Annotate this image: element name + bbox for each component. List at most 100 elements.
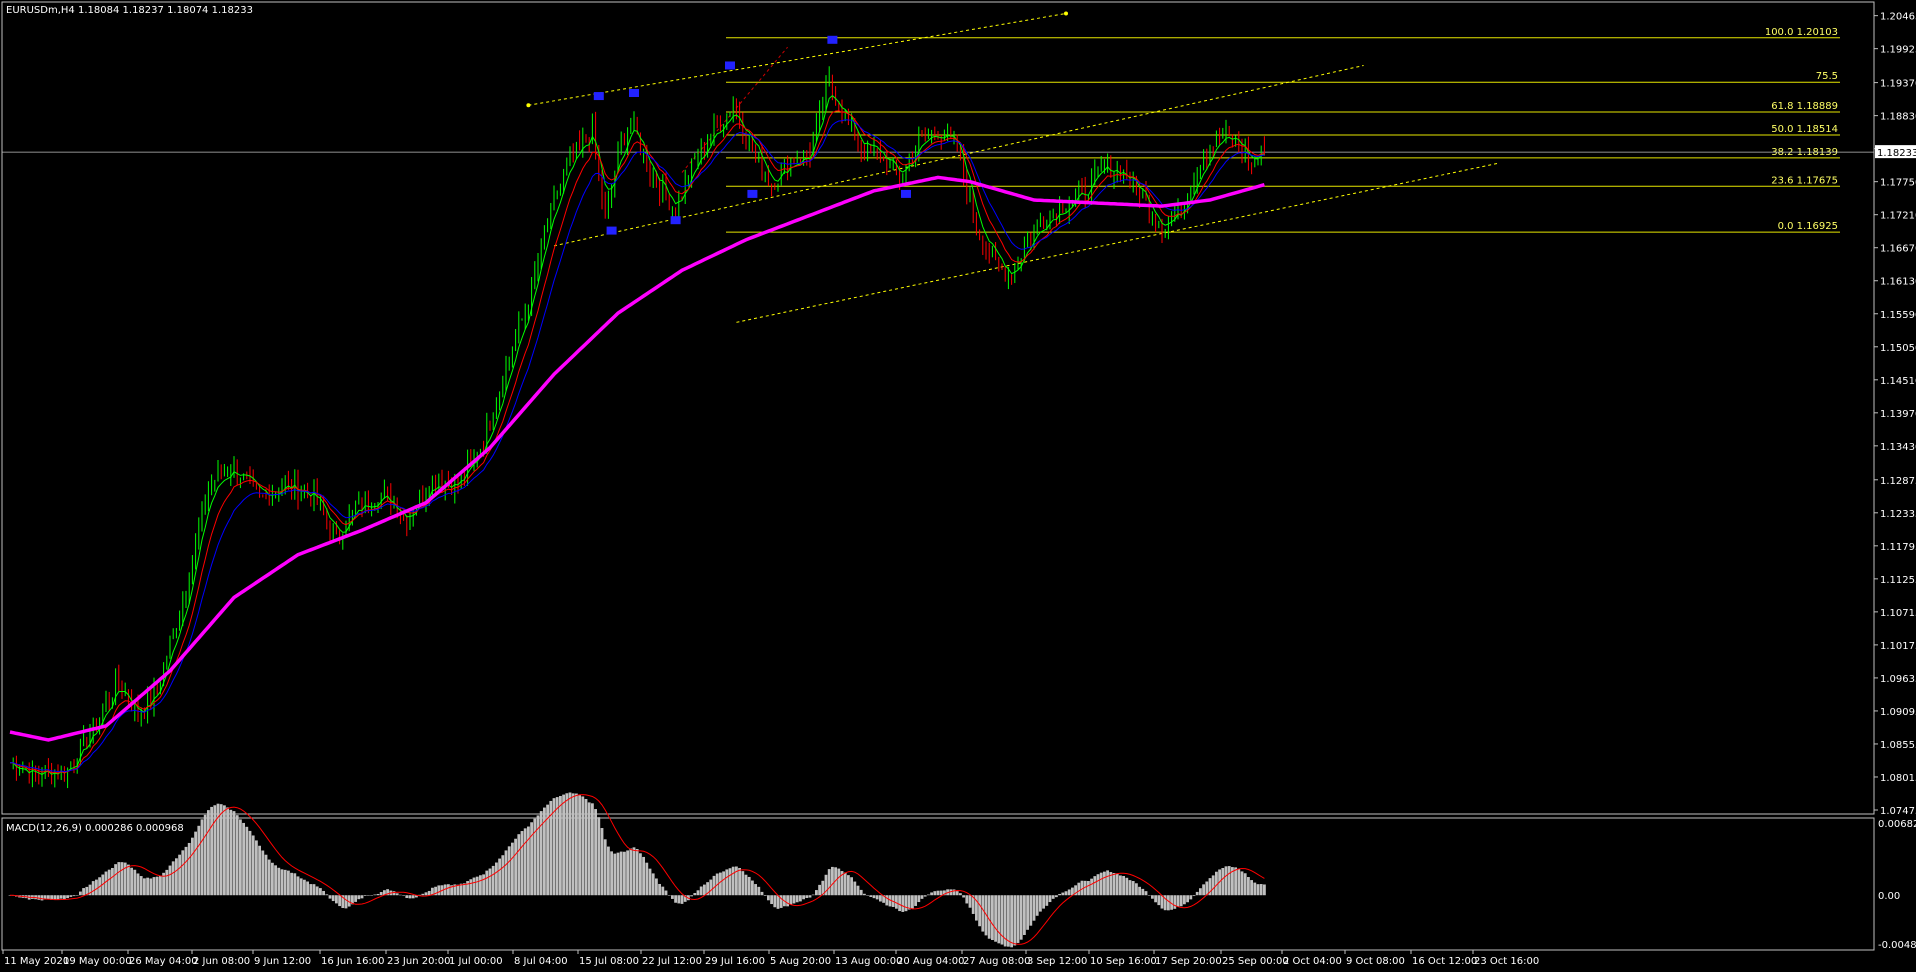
- macd-bar: [690, 895, 693, 897]
- macd-bar: [392, 891, 396, 896]
- price-tick-label: 1.16670: [1880, 244, 1916, 255]
- macd-bar: [965, 895, 969, 904]
- time-tick-label: 11 May 2020: [4, 956, 69, 967]
- macd-bar: [363, 895, 367, 896]
- macd-bar: [1195, 891, 1199, 896]
- macd-bar: [901, 895, 905, 912]
- macd-bar: [869, 895, 873, 897]
- macd-bar: [770, 895, 773, 905]
- time-tick-label: 23 Oct 16:00: [1474, 956, 1539, 967]
- macd-bar: [856, 885, 860, 896]
- macd-bar: [527, 826, 530, 896]
- macd-bar: [91, 881, 95, 896]
- macd-bar: [658, 883, 661, 896]
- macd-bar: [1045, 895, 1049, 906]
- price-tick-label: 1.20465: [1880, 12, 1916, 23]
- macd-bar: [1023, 895, 1026, 935]
- macd-bar: [651, 873, 655, 896]
- macd-bar: [987, 895, 991, 939]
- macd-bar: [143, 878, 146, 896]
- price-tick-label: 1.17210: [1880, 211, 1916, 222]
- fib-level-label: 61.8 1.18889: [1771, 101, 1838, 112]
- macd-bar: [1237, 868, 1241, 896]
- pivot-marker: [593, 92, 604, 101]
- macd-bar: [1253, 882, 1257, 896]
- macd-bar: [648, 868, 652, 896]
- macd-bar: [920, 895, 924, 899]
- macd-bar: [1199, 888, 1202, 896]
- macd-bar: [482, 874, 485, 896]
- macd-bar: [1087, 880, 1090, 896]
- macd-bar: [879, 895, 882, 902]
- macd-bar: [421, 893, 425, 896]
- macd-bar: [491, 865, 495, 896]
- macd-bar: [146, 877, 149, 896]
- macd-bar: [619, 851, 623, 896]
- macd-bar: [1048, 895, 1052, 903]
- macd-bar: [402, 895, 405, 896]
- time-tick-label: 9 Jun 12:00: [254, 956, 311, 967]
- macd-bar: [671, 895, 674, 899]
- macd-bar: [226, 807, 229, 896]
- macd-bar: [709, 879, 713, 896]
- macd-bar: [1205, 881, 1209, 896]
- chart-header-symbol: EURUSDm,H4: [6, 5, 75, 16]
- macd-bar: [379, 892, 383, 896]
- macd-bar: [799, 895, 802, 902]
- price-tick-label: 1.19370: [1880, 79, 1916, 90]
- macd-bar: [997, 895, 1001, 944]
- macd-bar: [171, 861, 175, 896]
- fib-level-label: 23.6 1.17675: [1771, 175, 1838, 186]
- channel-arrow: [1064, 11, 1068, 16]
- macd-bar: [479, 875, 482, 896]
- macd-bar: [271, 862, 274, 896]
- macd-bar: [1106, 870, 1109, 896]
- macd-bar: [639, 853, 642, 896]
- macd-bar: [248, 830, 252, 896]
- macd-bar: [514, 838, 517, 896]
- macd-bar: [603, 839, 607, 896]
- time-tick-label: 22 Jul 12:00: [642, 956, 702, 967]
- macd-bar: [267, 859, 271, 896]
- macd-bar: [911, 895, 914, 909]
- macd-bar: [232, 811, 236, 896]
- macd-bar: [1035, 895, 1039, 916]
- macd-bar: [251, 835, 255, 896]
- macd-bar: [1202, 884, 1205, 896]
- macd-bar: [962, 895, 965, 898]
- macd-bar: [610, 851, 613, 896]
- macd-bar: [939, 890, 943, 896]
- macd-bar: [1263, 884, 1266, 896]
- macd-bar: [1055, 895, 1058, 898]
- macd-bar: [843, 872, 847, 896]
- macd-bar: [178, 854, 181, 896]
- macd-bar: [930, 892, 933, 896]
- macd-bar: [693, 893, 697, 896]
- macd-bar: [1240, 871, 1244, 896]
- macd-bar: [1179, 895, 1183, 907]
- pivot-marker: [725, 61, 735, 70]
- macd-bar: [555, 797, 559, 896]
- price-tick-label: 1.11795: [1880, 542, 1916, 553]
- macd-bar: [1090, 878, 1093, 896]
- price-tick-label: 1.12335: [1880, 509, 1916, 520]
- macd-bar: [959, 893, 962, 896]
- pivot-marker: [747, 189, 758, 198]
- chart-window[interactable]: 100.0 1.20103 75.5 61.8 1.18889 50.0 1.1851…: [0, 0, 1916, 972]
- macd-bar: [815, 890, 818, 896]
- macd-bar: [680, 895, 684, 904]
- macd-bar: [613, 853, 617, 896]
- macd-bar: [47, 895, 50, 900]
- macd-bar: [274, 865, 277, 896]
- macd-bar: [367, 895, 370, 896]
- macd-bar: [674, 895, 677, 903]
- macd-bar: [242, 822, 245, 896]
- macd-bar: [795, 895, 799, 903]
- macd-bar: [767, 895, 770, 901]
- macd-bar: [498, 858, 501, 896]
- macd-bar: [485, 870, 489, 896]
- macd-bar: [1189, 895, 1193, 900]
- macd-bar: [594, 809, 597, 896]
- macd-bar: [293, 873, 297, 896]
- macd-bar: [789, 895, 793, 905]
